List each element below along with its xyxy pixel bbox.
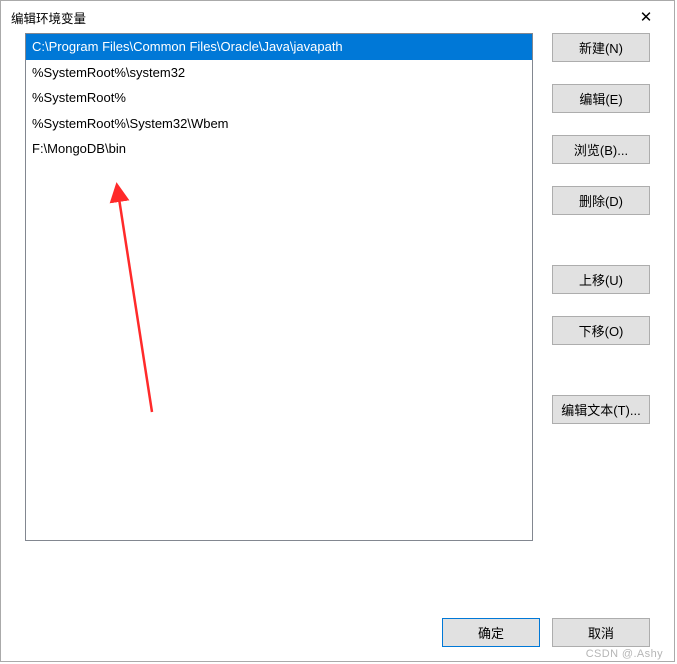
- dialog-button-bar: 确定 取消: [1, 603, 674, 661]
- edit-button[interactable]: 编辑(E): [552, 84, 650, 113]
- cancel-button[interactable]: 取消: [552, 618, 650, 647]
- dialog-window: 编辑环境变量 ✕ C:\Program Files\Common Files\O…: [0, 0, 675, 662]
- browse-button[interactable]: 浏览(B)...: [552, 135, 650, 164]
- move-up-button[interactable]: 上移(U): [552, 265, 650, 294]
- move-down-button[interactable]: 下移(O): [552, 316, 650, 345]
- action-button-column: 新建(N) 编辑(E) 浏览(B)... 删除(D) 上移(U) 下移(O) 编…: [552, 33, 650, 424]
- list-item[interactable]: %SystemRoot%\system32: [26, 60, 532, 86]
- titlebar: 编辑环境变量 ✕: [1, 1, 674, 33]
- ok-button[interactable]: 确定: [442, 618, 540, 647]
- close-button[interactable]: ✕: [626, 3, 666, 31]
- list-item[interactable]: C:\Program Files\Common Files\Oracle\Jav…: [26, 34, 532, 60]
- list-item[interactable]: %SystemRoot%\System32\Wbem: [26, 111, 532, 137]
- edit-text-button[interactable]: 编辑文本(T)...: [552, 395, 650, 424]
- list-item[interactable]: F:\MongoDB\bin: [26, 136, 532, 162]
- close-icon: ✕: [640, 10, 653, 25]
- new-button[interactable]: 新建(N): [552, 33, 650, 62]
- list-item[interactable]: %SystemRoot%: [26, 85, 532, 111]
- delete-button[interactable]: 删除(D): [552, 186, 650, 215]
- env-list-container: C:\Program Files\Common Files\Oracle\Jav…: [25, 33, 533, 541]
- window-title: 编辑环境变量: [11, 8, 86, 27]
- env-path-list[interactable]: C:\Program Files\Common Files\Oracle\Jav…: [25, 33, 533, 541]
